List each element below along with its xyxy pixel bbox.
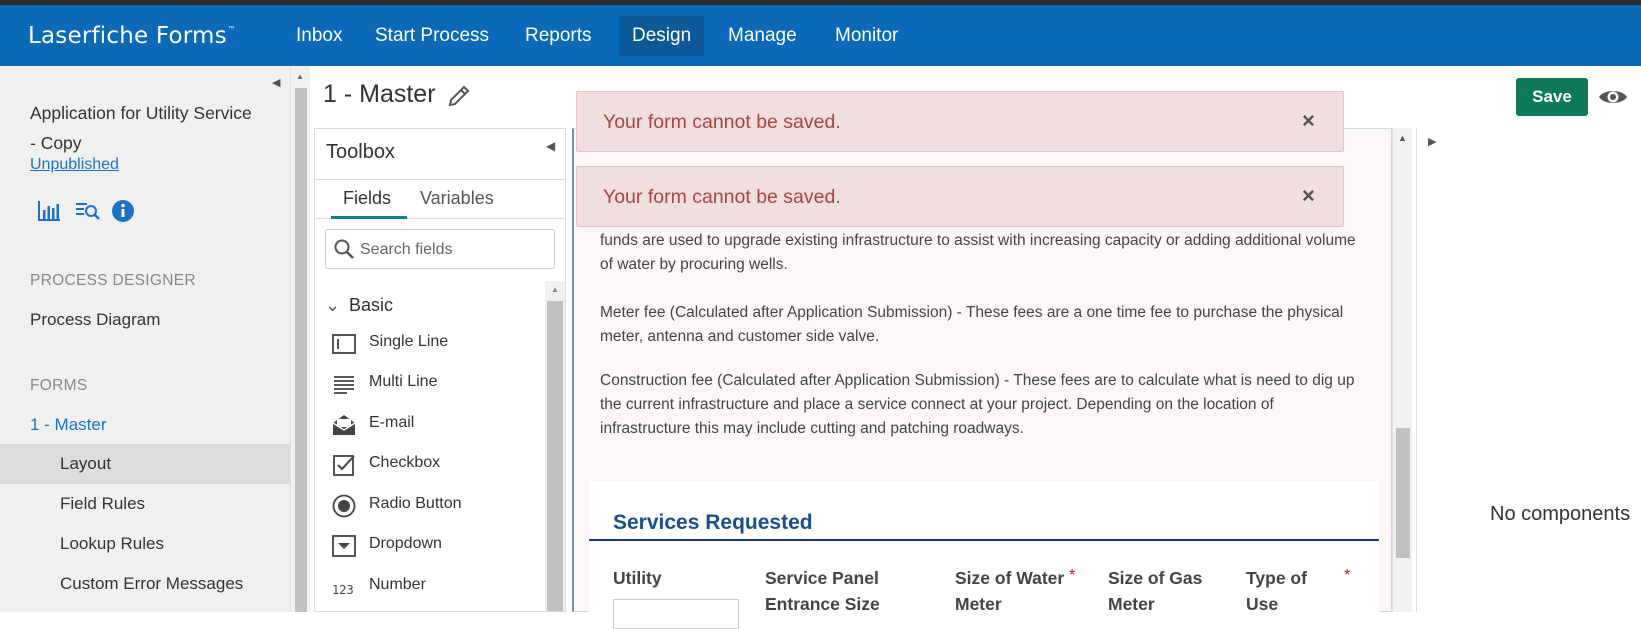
properties-empty-text: No components <box>1490 503 1631 525</box>
search-list-icon[interactable] <box>75 198 101 224</box>
tab-variables[interactable]: Variables <box>420 188 494 209</box>
column-header-gas-meter[interactable]: Size of Gas Meter <box>1108 565 1228 617</box>
toolbox-item-radio-button[interactable]: Radio Button <box>331 487 531 523</box>
current-form-link[interactable]: 1 - Master <box>30 415 107 435</box>
scrollbar-thumb[interactable] <box>1396 428 1410 558</box>
close-icon[interactable]: × <box>1302 183 1315 209</box>
required-marker: * <box>1344 567 1351 584</box>
toolbox-collapse-icon[interactable]: ◀ <box>546 139 555 153</box>
radio-button-icon <box>332 494 356 518</box>
section-divider <box>589 539 1379 541</box>
error-alert: Your form cannot be saved. × <box>576 91 1344 152</box>
sidebar-item-field-rules[interactable]: Field Rules <box>0 484 290 524</box>
column-header-service-panel[interactable]: Service Panel Entrance Size <box>765 565 925 617</box>
toolbox-item-number[interactable]: 123 Number <box>331 568 531 604</box>
toolbox-panel: Toolbox ◀ Fields Variables ⌄Basic Single… <box>314 128 566 612</box>
toolbox-tabs: Fields Variables <box>315 179 565 219</box>
toolbox-item-single-line[interactable]: Single Line <box>331 325 531 361</box>
svg-text:123: 123 <box>332 583 354 597</box>
active-tab-indicator <box>331 216 407 219</box>
toolbox-item-multi-line[interactable]: Multi Line <box>331 365 531 401</box>
field-search-box[interactable] <box>325 229 555 269</box>
panel-divider <box>1416 128 1417 612</box>
sidebar-item-lookup-rules[interactable]: Lookup Rules <box>0 524 290 564</box>
dropdown-icon <box>332 535 356 557</box>
required-marker: * <box>1069 567 1076 584</box>
search-icon <box>334 239 354 259</box>
tab-fields[interactable]: Fields <box>343 188 391 209</box>
sidebar-collapse-icon[interactable]: ◀ <box>272 76 280 89</box>
scroll-up-icon[interactable]: ▲ <box>551 285 559 294</box>
scroll-up-icon[interactable]: ▲ <box>296 72 304 81</box>
pencil-icon[interactable] <box>446 83 472 109</box>
process-designer-heading: PROCESS DESIGNER <box>30 272 196 289</box>
alert-message: Your form cannot be saved. <box>603 111 841 133</box>
process-diagram-link[interactable]: Process Diagram <box>30 310 160 330</box>
close-icon[interactable]: × <box>1302 108 1315 134</box>
single-line-icon <box>332 334 356 354</box>
alert-message: Your form cannot be saved. <box>603 186 841 208</box>
toolbox-item-dropdown[interactable]: Dropdown <box>331 527 531 563</box>
canvas-scrollbar[interactable]: ▲ <box>1392 128 1412 612</box>
toolbox-item-email[interactable]: E-mail <box>331 406 531 442</box>
scrollbar-thumb[interactable] <box>547 301 563 611</box>
form-title: Application for Utility Service - Copy <box>30 103 252 153</box>
nav-reports[interactable]: Reports <box>512 16 605 56</box>
top-navbar: Laserfiche Forms™ Inbox Start Process Re… <box>0 5 1641 66</box>
unpublished-link[interactable]: Unpublished <box>30 156 119 174</box>
column-header-type-of-use[interactable]: Type of Use <box>1246 565 1326 617</box>
meter-fee-paragraph[interactable]: Meter fee (Calculated after Application … <box>600 301 1360 349</box>
error-alert: Your form cannot be saved. × <box>576 166 1344 227</box>
scroll-up-icon[interactable]: ▲ <box>1398 133 1407 143</box>
multi-line-icon <box>334 376 354 394</box>
nav-monitor[interactable]: Monitor <box>822 16 911 56</box>
sidebar-item-layout[interactable]: Layout <box>0 444 290 484</box>
toolbox-item-checkbox[interactable]: Checkbox <box>331 446 531 482</box>
construction-fee-paragraph[interactable]: Construction fee (Calculated after Appli… <box>600 369 1360 441</box>
basic-group-header[interactable]: ⌄ Basic <box>325 295 393 316</box>
toolbox-title: Toolbox <box>326 141 395 163</box>
scrollbar-thumb[interactable] <box>295 88 307 612</box>
section-heading: Services Requested <box>613 511 813 534</box>
sidebar-scrollbar[interactable]: ▲ <box>290 66 310 612</box>
preview-eye-icon[interactable] <box>1598 86 1628 108</box>
bar-chart-icon[interactable] <box>36 198 62 224</box>
email-icon <box>332 415 356 435</box>
nav-manage[interactable]: Manage <box>715 16 810 56</box>
column-header-utility[interactable]: Utility <box>613 565 733 591</box>
forms-heading: FORMS <box>30 377 88 394</box>
nav-design[interactable]: Design <box>619 16 705 56</box>
nav-start-process[interactable]: Start Process <box>362 16 502 56</box>
description-paragraph[interactable]: funds are used to upgrade existing infra… <box>600 229 1360 277</box>
brand-logo[interactable]: Laserfiche Forms™ <box>28 23 236 49</box>
search-input[interactable] <box>360 239 546 261</box>
info-icon[interactable] <box>110 198 136 224</box>
chevron-down-icon: ⌄ <box>325 295 341 315</box>
services-requested-section[interactable]: Services Requested Utility Service Panel… <box>589 481 1379 629</box>
toolbox-scrollbar[interactable]: ▲ <box>545 281 565 611</box>
page-title: 1 - Master <box>323 80 436 108</box>
nav-inbox[interactable]: Inbox <box>283 16 355 56</box>
number-icon: 123 <box>332 583 354 597</box>
sidebar-item-custom-error-messages[interactable]: Custom Error Messages <box>0 564 290 604</box>
utility-input[interactable] <box>613 599 739 629</box>
properties-expand-icon[interactable]: ▶ <box>1428 135 1436 148</box>
save-button[interactable]: Save <box>1516 78 1588 116</box>
column-header-water-meter[interactable]: Size of Water Meter <box>955 565 1075 617</box>
checkbox-icon <box>333 455 355 476</box>
